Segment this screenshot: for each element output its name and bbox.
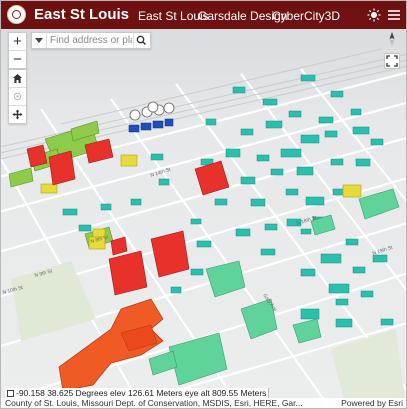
- compass-icon[interactable]: [384, 31, 400, 47]
- home-icon: [13, 74, 22, 83]
- fullscreen-icon: [386, 55, 398, 67]
- zoom-controls: + −: [8, 32, 27, 69]
- search-source-dropdown[interactable]: [32, 33, 47, 48]
- city-seal-icon[interactable]: [7, 5, 26, 24]
- app-title: East St Louis: [34, 6, 130, 23]
- map-view[interactable]: N 8th St N 9th St N 10th St Gaty Ave N 1…: [1, 29, 406, 408]
- search-input[interactable]: [50, 34, 132, 47]
- attribution-bar: County of St. Louis, Missouri Dept. of C…: [1, 398, 406, 408]
- nav-link-cybercity3d[interactable]: CyberCity3D: [272, 9, 340, 23]
- zoom-in-button[interactable]: +: [9, 33, 26, 50]
- search-button[interactable]: [133, 33, 150, 48]
- map-app: East St Louis East St Louis Garsdale Des…: [0, 0, 407, 409]
- fullscreen-button[interactable]: [384, 53, 400, 69]
- map-scene: N 8th St N 9th St N 10th St Gaty Ave N 1…: [1, 29, 406, 408]
- brightness-icon[interactable]: [367, 8, 381, 22]
- locate-icon: [13, 92, 22, 101]
- coordinate-toggle-icon[interactable]: [7, 390, 14, 397]
- pan-button[interactable]: [9, 105, 26, 123]
- locate-button[interactable]: [9, 87, 26, 105]
- powered-by-esri-link[interactable]: Powered by Esri: [341, 398, 403, 408]
- search-widget: [31, 32, 151, 49]
- app-header: East St Louis East St Louis Garsdale Des…: [1, 1, 406, 29]
- search-icon: [136, 35, 146, 45]
- pan-arrows-icon: [12, 109, 23, 120]
- hamburger-menu-icon[interactable]: [387, 8, 401, 22]
- navigation-controls: [8, 69, 27, 124]
- coordinate-text: -90.158 38.625 Degrees elev 126.61 Meter…: [16, 388, 267, 398]
- zoom-out-button[interactable]: −: [9, 50, 26, 68]
- attribution-text[interactable]: County of St. Louis, Missouri Dept. of C…: [5, 398, 303, 408]
- home-button[interactable]: [9, 70, 26, 87]
